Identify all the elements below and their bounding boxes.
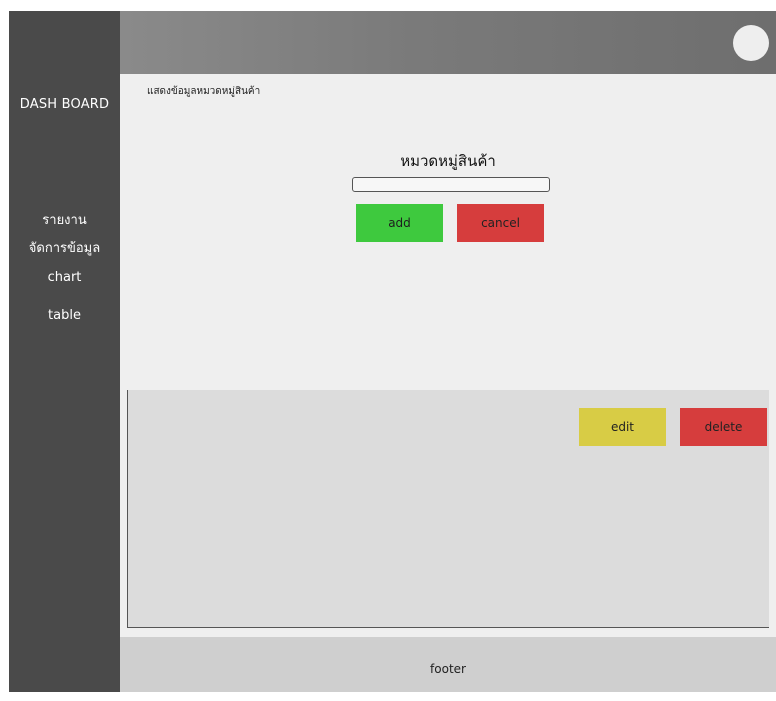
category-input[interactable] [352,177,550,192]
form-title: หมวดหมู่สินค้า [400,152,496,170]
sidebar-brand: DASH BOARD [19,97,110,112]
category-panel: edit delete [127,390,769,628]
sidebar-item-report[interactable]: รายงาน [9,209,120,230]
cancel-button[interactable]: cancel [457,204,544,242]
main-content: แสดงข้อมูลหมวดหมู่สินค้า หมวดหมู่สินค้า … [120,74,776,390]
delete-button[interactable]: delete [680,408,767,446]
breadcrumb: แสดงข้อมูลหมวดหมู่สินค้า [147,86,261,97]
avatar[interactable] [733,25,769,61]
sidebar: DASH BOARD รายงาน จัดการข้อมูล chart tab… [9,11,120,692]
edit-button[interactable]: edit [579,408,666,446]
add-button[interactable]: add [356,204,443,242]
footer: footer [120,637,776,692]
top-bar [120,11,776,74]
sidebar-item-chart[interactable]: chart [9,270,120,285]
sidebar-item-manage-data[interactable]: จัดการข้อมูล [9,237,120,258]
sidebar-item-table[interactable]: table [9,308,120,323]
